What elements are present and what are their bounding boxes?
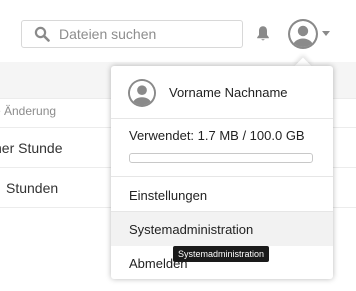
bell-icon[interactable] <box>256 25 270 42</box>
user-display-name: Vorname Nachname <box>169 85 288 100</box>
search-input[interactable] <box>59 24 239 44</box>
modified-time: ner Stunde <box>0 140 63 156</box>
user-avatar-icon <box>128 79 156 107</box>
menu-item-settings[interactable]: Einstellungen <box>111 178 333 212</box>
tooltip: Systemadministration <box>173 246 270 262</box>
header-bar <box>0 0 356 62</box>
divider <box>111 118 333 119</box>
column-header-modified[interactable]: e Änderung <box>0 104 62 118</box>
user-menu-toggle[interactable] <box>288 19 334 49</box>
search-box[interactable] <box>21 20 243 48</box>
user-avatar-icon <box>288 19 318 49</box>
menu-profile-item[interactable]: Vorname Nachname <box>111 72 333 114</box>
menu-item-label: Einstellungen <box>129 188 208 203</box>
storage-quota-bar <box>129 153 313 163</box>
search-icon <box>34 26 50 42</box>
caret-down-icon <box>322 31 330 36</box>
storage-usage-text: Verwendet: 1.7 MB / 100.0 GB <box>129 128 305 143</box>
files-app-screen: e Änderung ner Stunde Stunden Vorname Na… <box>0 0 356 291</box>
modified-time: Stunden <box>6 180 59 196</box>
menu-item-label: Systemadministration <box>129 222 254 237</box>
divider <box>111 176 333 177</box>
menu-item-admin-settings[interactable]: Systemadministration <box>111 212 333 246</box>
